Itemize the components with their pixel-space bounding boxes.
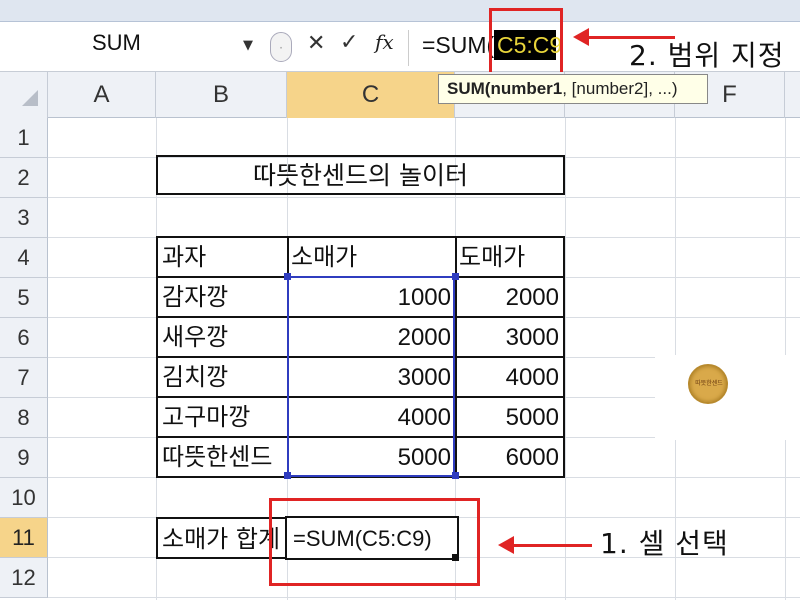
annotation-arrow-bottom xyxy=(512,544,592,547)
select-all-icon xyxy=(22,90,38,106)
product-cell[interactable]: 김치깡 xyxy=(158,358,285,396)
sheet-title-cell[interactable]: 따뜻한센드의 놀이터 xyxy=(156,155,565,195)
logo-text: 따뜻한센드 xyxy=(695,380,723,387)
row-header-9[interactable]: 9 xyxy=(0,438,48,478)
gridline xyxy=(565,118,566,600)
product-cell[interactable]: 감자깡 xyxy=(158,278,285,316)
logo-backdrop xyxy=(655,355,800,440)
enter-icon[interactable]: ✓ xyxy=(340,30,358,55)
range-handle[interactable] xyxy=(284,472,291,479)
formula-input[interactable]: =SUM( xyxy=(422,32,494,59)
range-handle[interactable] xyxy=(452,273,459,280)
annotation-box-cell xyxy=(269,498,480,586)
range-handle[interactable] xyxy=(284,273,291,280)
gridline xyxy=(48,597,800,598)
header-cell-product[interactable]: 과자 xyxy=(158,238,285,276)
row-header-5[interactable]: 5 xyxy=(0,278,48,318)
insert-function-icon[interactable]: fx xyxy=(375,30,394,54)
row-header-2[interactable]: 2 xyxy=(0,158,48,198)
row-header-8[interactable]: 8 xyxy=(0,398,48,438)
product-cell[interactable]: 따뜻한센드 xyxy=(158,438,285,476)
formula-divider xyxy=(408,30,409,66)
header-cell-wholesale[interactable]: 도매가 xyxy=(455,238,563,276)
name-box-dropdown-icon[interactable]: ▼ xyxy=(243,38,253,53)
function-tooltip: SUM(number1, [number2], ...) xyxy=(438,74,708,104)
wholesale-cell[interactable]: 6000 xyxy=(455,438,563,476)
column-header-a[interactable]: A xyxy=(48,72,156,118)
row-header-11[interactable]: 11 xyxy=(0,518,48,558)
product-cell[interactable]: 새우깡 xyxy=(158,318,285,356)
range-selection-c5-c9 xyxy=(287,276,455,477)
row-header-12[interactable]: 12 xyxy=(0,558,48,598)
column-header-b[interactable]: B xyxy=(156,72,287,118)
annotation-arrowhead-top xyxy=(573,28,589,46)
row-header-10[interactable]: 10 xyxy=(0,478,48,518)
cancel-icon[interactable]: ✕ xyxy=(307,31,325,56)
row-header-7[interactable]: 7 xyxy=(0,358,48,398)
column-header-c[interactable]: C xyxy=(287,72,455,118)
tooltip-arg-bold[interactable]: SUM(number1 xyxy=(447,79,562,98)
wholesale-cell[interactable]: 5000 xyxy=(455,398,563,436)
row-header-6[interactable]: 6 xyxy=(0,318,48,358)
annotation-step1-label: 1. 셀 선택 xyxy=(600,527,729,560)
tooltip-arg-rest: , [number2], ...) xyxy=(562,79,678,98)
row-header-1[interactable]: 1 xyxy=(0,118,48,158)
ribbon-strip xyxy=(0,0,800,22)
row-header-3[interactable]: 3 xyxy=(0,198,48,238)
row-header-4[interactable]: 4 xyxy=(0,238,48,278)
sum-label-cell[interactable]: 소매가 합계 xyxy=(156,517,287,559)
annotation-arrowhead-bottom xyxy=(498,536,514,554)
annotation-box-range xyxy=(489,8,563,78)
wholesale-cell[interactable]: 4000 xyxy=(455,358,563,396)
annotation-step2-label: 2. 범위 지정 xyxy=(629,39,785,72)
name-box-value: SUM xyxy=(92,30,141,55)
range-handle[interactable] xyxy=(452,472,459,479)
header-cell-retail[interactable]: 소매가 xyxy=(287,238,453,276)
product-cell[interactable]: 고구마깡 xyxy=(158,398,285,436)
wholesale-cell[interactable]: 2000 xyxy=(455,278,563,316)
gridline xyxy=(48,197,800,198)
wholesale-cell[interactable]: 3000 xyxy=(455,318,563,356)
formula-bar-resize-icon[interactable]: · xyxy=(270,32,292,62)
